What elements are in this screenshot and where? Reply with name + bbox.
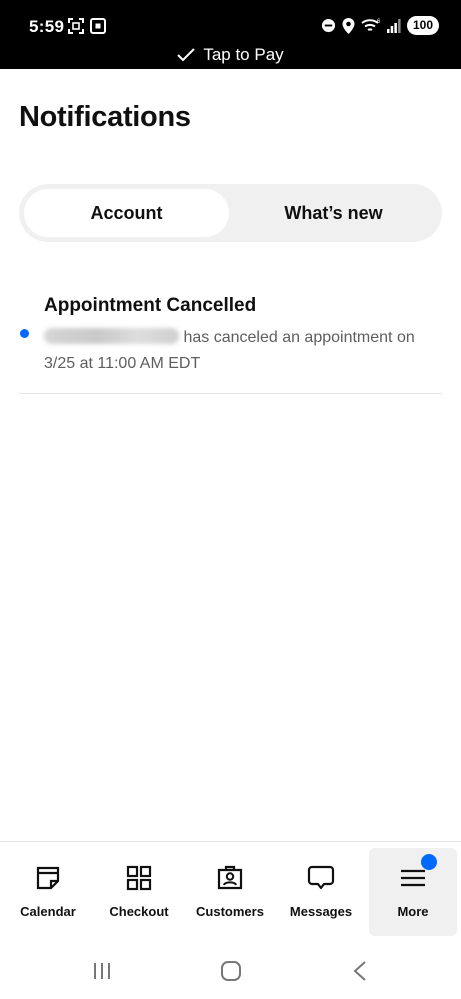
status-bar: 5:59 6 100 Tap to Pay [0,0,461,69]
system-navigation [0,945,461,999]
customers-icon [217,865,243,890]
nav-checkout-label: Checkout [109,904,169,919]
nav-more[interactable]: More [369,848,457,936]
page-title: Notifications [19,101,191,133]
recent-apps-icon[interactable] [92,961,112,981]
nav-customers-label: Customers [196,904,264,919]
notification-item[interactable]: Appointment Cancelled has canceled an ap… [19,288,442,394]
notification-tabs: Account What’s new [19,184,442,242]
grid-icon [126,865,152,891]
tab-whats-new[interactable]: What’s new [231,189,436,237]
tab-account[interactable]: Account [24,189,229,237]
nav-checkout[interactable]: Checkout [95,848,183,936]
checkmark-icon [177,48,196,62]
tap-to-pay-label: Tap to Pay [203,45,284,64]
battery-indicator: 100 [406,16,439,35]
nav-customers[interactable]: Customers [186,848,274,936]
nav-calendar[interactable]: Calendar [4,848,92,936]
signal-icon [386,18,401,33]
status-time: 5:59 [29,17,65,36]
calendar-icon [36,866,60,890]
redacted-customer-name [44,328,179,344]
notification-title: Appointment Cancelled [44,295,257,316]
menu-icon [401,869,425,887]
screenshot-icon [68,18,84,34]
nav-messages[interactable]: Messages [277,848,365,936]
square-app-icon [90,18,106,34]
message-icon [307,865,335,890]
location-icon [342,17,355,34]
nav-messages-label: Messages [289,904,353,919]
wifi-icon: 6 [361,19,381,31]
unread-indicator [20,329,29,338]
notification-badge [421,854,437,870]
bottom-navigation: Calendar Checkout Customers Messages Mor… [0,841,461,942]
tap-to-pay-banner[interactable]: Tap to Pay [0,45,461,65]
home-icon[interactable] [220,961,242,981]
back-icon[interactable] [352,961,368,981]
svg-text:6: 6 [377,19,381,25]
do-not-disturb-icon [321,18,336,33]
nav-more-label: More [397,904,429,919]
nav-calendar-label: Calendar [20,904,76,919]
